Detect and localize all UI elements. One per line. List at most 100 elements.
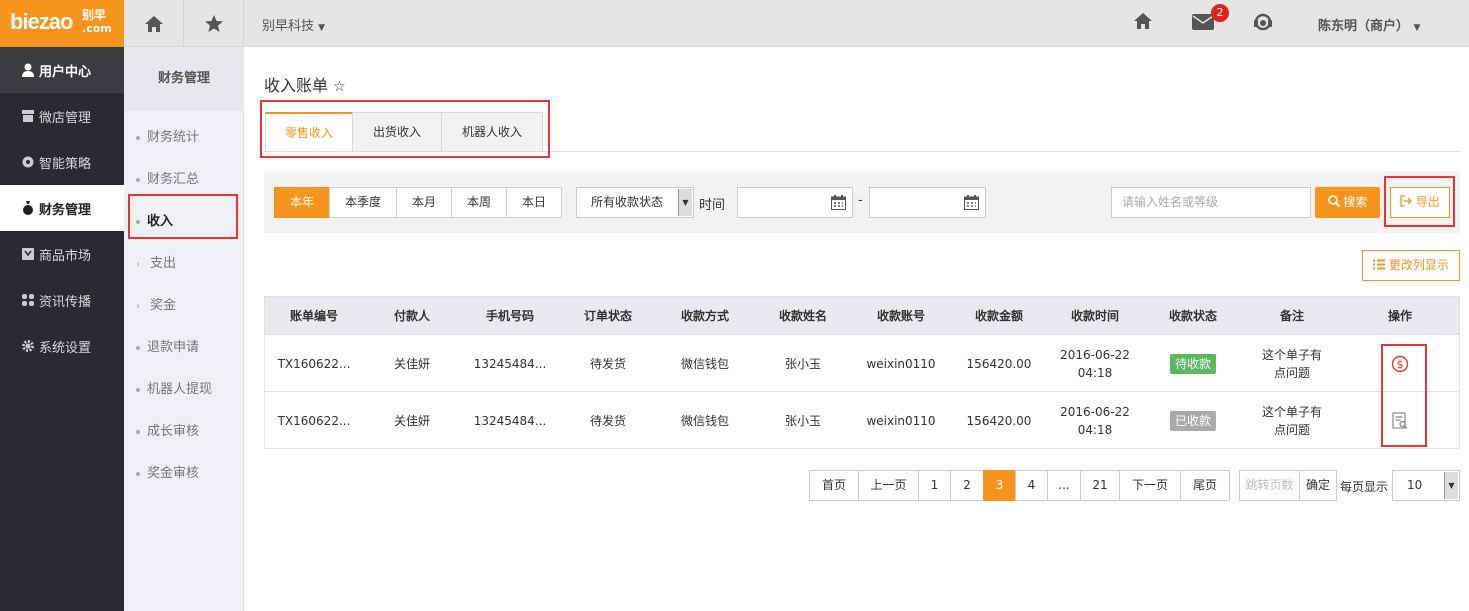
subnav-label: 支出 [150,256,177,271]
period-day[interactable]: 本日 [506,187,562,218]
bullet-icon [136,345,140,350]
start-date-input[interactable] [737,187,853,218]
support-button[interactable] [1252,11,1274,37]
strategy-icon [22,156,34,168]
cell-account: weixin0110 [866,413,936,428]
bullet-icon [136,135,140,140]
money-bag-icon [23,201,33,215]
page-number[interactable]: 2 [950,470,984,501]
cell-order-status: 待发货 [589,413,626,428]
home-button[interactable] [124,0,184,47]
status-badge: 已收款 [1169,410,1216,431]
cell-status: 已收款 [1141,392,1245,449]
logo-cn: 别早 [82,8,107,22]
cell-note: 这个单子有 点问题 [1245,392,1339,449]
mail-button[interactable] [1192,14,1214,34]
subnav-item[interactable]: 奖金审核 [136,462,199,481]
company-name: 别早科技 [262,19,315,34]
subnav-item[interactable]: › 奖金 [136,294,176,313]
cell-amount: 156420.00 [966,413,1032,428]
subnav-item[interactable]: › 支出 [136,252,176,271]
cell-date-text: 2016-06-22 [1060,347,1130,362]
period-month[interactable]: 本月 [396,187,452,218]
nav-item-user-center[interactable]: 用户中心 [0,47,124,93]
cell-name: 张小玉 [784,356,821,371]
subnav-item[interactable]: 退款申请 [136,336,199,355]
col-method: 收款方式 [680,309,729,323]
nav-label: 财务管理 [39,202,92,218]
favorites-button[interactable] [184,0,244,47]
search-button-label: 搜索 [1343,195,1368,209]
subnav-label: 奖金 [150,298,177,313]
headset-icon [1254,13,1272,31]
table-header: 账单编号 付款人 手机号码 订单状态 收款方式 收款姓名 收款账号 收款金额 收… [264,296,1460,335]
cell-bill-no: TX160622... [277,413,351,428]
user-icon [22,63,34,77]
col-time: 收款时间 [1070,309,1119,323]
highlight-box [1384,176,1455,227]
page-title: 收入账单 ☆ [264,72,346,96]
change-columns-button[interactable]: 更改列显示 [1362,250,1460,281]
cell-bill-no: TX160622... [277,356,351,371]
search-button[interactable]: 搜索 [1315,187,1380,218]
status-select-value: 所有收款状态 [591,195,664,209]
subnav-label: 奖金审核 [147,466,200,481]
end-date-input[interactable] [869,187,986,218]
subnav-item[interactable]: 机器人提现 [136,378,212,397]
list-icon [1373,259,1386,270]
col-amount: 收款金额 [974,309,1023,323]
subnav-item[interactable]: 财务汇总 [136,168,199,187]
nav-item-news[interactable]: 资讯传播 [0,277,124,323]
col-account: 收款账号 [876,309,925,323]
page-prev[interactable]: 上一页 [858,470,919,501]
per-page-label: 每页显示 [1340,480,1389,494]
home-top-button[interactable] [1133,12,1153,34]
star-outline-icon[interactable]: ☆ [333,79,346,95]
page-jump-input[interactable]: 跳转页数 [1239,470,1300,501]
nav-item-finance[interactable]: 财务管理 [0,185,124,231]
company-switcher[interactable]: 别早科技 ▼ [262,15,325,34]
page-next[interactable]: 下一页 [1119,470,1181,501]
subnav-label: 退款申请 [147,340,200,355]
page-last[interactable]: 尾页 [1180,470,1230,501]
page-jump-confirm[interactable]: 确定 [1299,470,1337,501]
user-name: 陈东明（商户） [1318,19,1410,34]
page-number-current[interactable]: 3 [983,470,1016,501]
page-number[interactable]: 21 [1080,470,1120,501]
logo[interactable]: biezao 别早 .com [0,0,124,47]
subnav-item[interactable]: 财务统计 [136,126,199,145]
market-icon [22,248,34,260]
cell-phone: 13245484... [473,413,547,428]
page-number[interactable]: 4 [1015,470,1048,501]
subnav-item[interactable]: 成长审核 [136,420,199,439]
nav-item-market[interactable]: 商品市场 [0,231,124,277]
cell-account: weixin0110 [866,356,936,371]
per-page-select[interactable]: 10 ▼ [1392,470,1460,501]
nav-label: 用户中心 [39,64,92,80]
col-status: 收款状态 [1168,309,1217,323]
logo-com: .com [82,22,112,35]
search-icon [1327,195,1340,208]
nav-item-strategy[interactable]: 智能策略 [0,139,124,185]
col-name: 收款姓名 [778,309,827,323]
search-input[interactable]: 请输入姓名或等级 [1111,187,1311,218]
nav-item-shop[interactable]: 微店管理 [0,93,124,139]
period-year[interactable]: 本年 [274,187,330,218]
bullet-icon [136,177,140,182]
page-number[interactable]: 1 [918,470,951,501]
cell-payer: 关佳妍 [393,356,430,371]
page-first[interactable]: 首页 [809,470,859,501]
bullet-icon [136,387,140,392]
caret-down-icon: ▼ [318,23,326,33]
nav-label: 智能策略 [39,156,92,172]
period-quarter[interactable]: 本季度 [329,187,397,218]
bullet-icon [136,429,140,434]
period-week[interactable]: 本周 [451,187,507,218]
user-menu[interactable]: 陈东明（商户） ▼ [1318,15,1420,34]
status-select[interactable]: 所有收款状态 ▼ [576,187,694,218]
col-action: 操作 [1387,309,1412,323]
nav-item-settings[interactable]: 系统设置 [0,323,124,369]
subnav-title: 财务管理 [124,47,244,111]
nav-label: 微店管理 [39,110,92,126]
logo-text: biezao [10,9,73,34]
